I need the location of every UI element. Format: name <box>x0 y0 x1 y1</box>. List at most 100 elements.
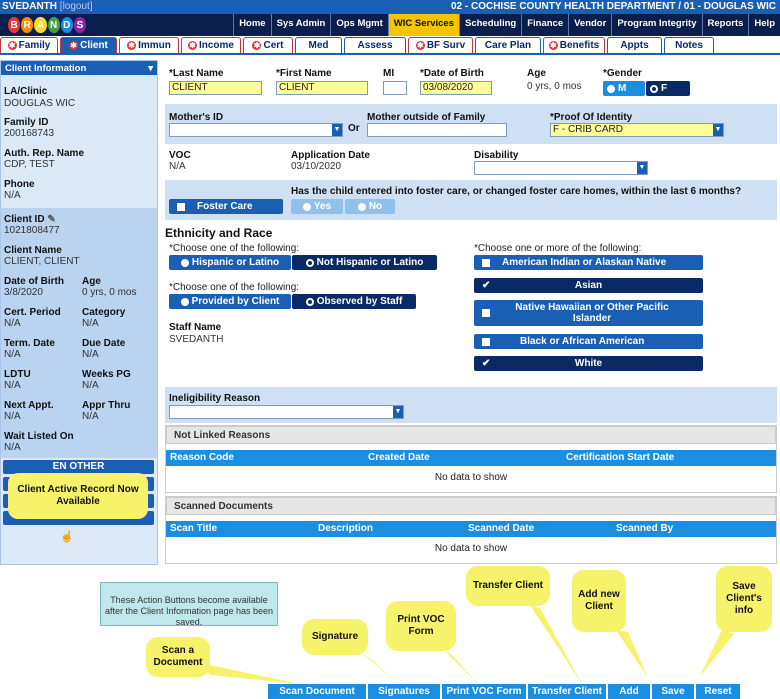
save-button[interactable]: Save <box>652 684 694 699</box>
callout-scan-document: Scan a Document <box>146 637 210 677</box>
tab-assess[interactable]: Assess <box>344 37 406 53</box>
radio-selected-icon <box>305 258 314 267</box>
radio-icon <box>180 258 189 267</box>
nav-help[interactable]: Help <box>748 14 780 36</box>
race-aian-checkbox[interactable]: American Indian or Alaskan Native <box>474 255 703 270</box>
logo-letter: S <box>73 17 87 33</box>
enroll-another-button[interactable]: EN OTHER <box>3 460 154 474</box>
pointer-scan <box>200 663 300 684</box>
nav-vendor[interactable]: Vendor <box>568 14 612 36</box>
col-scanned-by[interactable]: Scanned By <box>616 523 673 534</box>
authrep-value: CDP, TEST <box>4 159 55 170</box>
proof-select[interactable]: F - CRIB CARD ▼ <box>550 123 724 137</box>
not-hispanic-radio[interactable]: Not Hispanic or Latino <box>292 255 437 270</box>
nav-wic-services[interactable]: WIC Services <box>387 14 459 36</box>
clientid-label: Client ID ✎ <box>4 214 56 225</box>
apprthru-label: Appr Thru <box>82 400 131 411</box>
category-value: N/A <box>82 318 99 329</box>
ldtu-label: LDTU <box>4 369 31 380</box>
nav-scheduling[interactable]: Scheduling <box>459 14 522 36</box>
tab-immun[interactable]: ✱ Immun <box>119 37 179 53</box>
dob-field[interactable]: 03/08/2020 <box>420 81 492 95</box>
mi-field[interactable] <box>383 81 407 95</box>
tab-label: Notes <box>675 40 703 51</box>
col-created-date[interactable]: Created Date <box>368 452 430 463</box>
tab-med[interactable]: Med <box>295 37 342 53</box>
tab-benefits[interactable]: ✱ Benefits <box>543 37 605 53</box>
lastname-label: *Last Name <box>169 68 224 79</box>
nav-home[interactable]: Home <box>233 14 271 36</box>
callout-signature: Signature <box>302 619 368 655</box>
transfer-client-button[interactable]: Transfer Client <box>528 684 606 699</box>
sidebar-header[interactable]: Client Information ▾ <box>1 61 157 75</box>
observed-by-staff-radio[interactable]: Observed by Staff <box>292 294 416 309</box>
reset-button[interactable]: Reset <box>696 684 740 699</box>
add-button[interactable]: Add <box>608 684 650 699</box>
nav-reports[interactable]: Reports <box>701 14 749 36</box>
tab-notes[interactable]: Notes <box>664 37 714 53</box>
foster-yes-radio[interactable]: Yes <box>291 199 343 214</box>
tab-label: Family <box>18 40 51 51</box>
tab-appts[interactable]: Appts <box>607 37 662 53</box>
race-asian-checkbox[interactable]: ✔ Asian <box>474 278 703 293</box>
print-voc-form-button[interactable]: Print VOC Form <box>442 684 526 699</box>
mother-outside-field[interactable] <box>367 123 507 137</box>
callout-add-new-client: Add new Client <box>572 570 626 632</box>
tab-care-plan[interactable]: Care Plan <box>475 37 541 53</box>
required-icon: ✱ <box>252 41 262 50</box>
logo-letter: R <box>21 17 34 33</box>
col-reason-code[interactable]: Reason Code <box>170 452 234 463</box>
gender-m-radio[interactable]: M <box>603 81 645 96</box>
nav-sys-admin[interactable]: Sys Admin <box>270 14 331 36</box>
logout-link[interactable]: [logout] <box>60 1 93 12</box>
col-cert-start-date[interactable]: Certification Start Date <box>566 452 674 463</box>
hispanic-radio[interactable]: Hispanic or Latino <box>169 255 291 270</box>
tab-client[interactable]: ✱ Client <box>60 37 117 53</box>
col-scan-title[interactable]: Scan Title <box>170 523 217 534</box>
required-icon: ✱ <box>548 41 558 50</box>
or-label: Or <box>348 123 360 134</box>
race-nhpi-checkbox[interactable]: Native Hawaiian or Other Pacific Islande… <box>474 300 703 326</box>
radio-icon <box>180 297 189 306</box>
foster-care-button[interactable]: Foster Care <box>169 199 283 214</box>
organization-label: 02 - COCHISE COUNTY HEALTH DEPARTMENT / … <box>450 1 776 12</box>
chevron-down-icon: ▼ <box>637 162 647 174</box>
firstname-field[interactable]: CLIENT <box>276 81 368 95</box>
clientid-value: 1021808477 <box>4 225 60 236</box>
age-form-value: 0 yrs, 0 mos <box>527 81 582 92</box>
edit-pencil-icon[interactable]: ✎ <box>47 214 55 225</box>
nav-program-integrity[interactable]: Program Integrity <box>611 14 702 36</box>
not-linked-grid-header: Reason Code Created Date Certification S… <box>166 450 776 466</box>
tab-cert[interactable]: ✱ Cert <box>243 37 293 53</box>
scanned-docs-empty: No data to show <box>434 543 508 554</box>
lastname-field[interactable]: CLIENT <box>169 81 262 95</box>
signatures-button[interactable]: Signatures <box>368 684 440 699</box>
col-description[interactable]: Description <box>318 523 373 534</box>
motherid-select[interactable]: ▼ <box>169 123 343 137</box>
race-black-checkbox[interactable]: Black or African American <box>474 334 703 349</box>
tab-bf-surv[interactable]: ✱ BF Surv <box>408 37 473 53</box>
motherid-label: Mother's ID <box>169 112 224 123</box>
tab-income[interactable]: ✱ Income <box>181 37 241 53</box>
scan-document-button[interactable]: Scan Document <box>268 684 366 699</box>
foster-no-radio[interactable]: No <box>345 199 395 214</box>
radio-icon <box>607 84 615 93</box>
required-icon: ✱ <box>69 41 79 50</box>
waitlist-value: N/A <box>4 442 21 453</box>
foster-question: Has the child entered into foster care, … <box>291 186 742 197</box>
gender-f-radio[interactable]: F <box>646 81 690 96</box>
tab-family[interactable]: ✱ Family <box>0 37 58 53</box>
phone-value: N/A <box>4 190 21 201</box>
category-label: Category <box>82 307 126 318</box>
weekspg-value: N/A <box>82 380 99 391</box>
checkmark-icon: ✔ <box>482 280 491 291</box>
ineligibility-select[interactable]: ▼ <box>169 405 404 419</box>
col-scanned-date[interactable]: Scanned Date <box>468 523 534 534</box>
race-white-checkbox[interactable]: ✔ White <box>474 356 703 371</box>
provided-by-client-radio[interactable]: Provided by Client <box>169 294 291 309</box>
nav-finance[interactable]: Finance <box>521 14 569 36</box>
required-icon: ✱ <box>187 41 197 50</box>
radio-icon <box>357 202 366 211</box>
nav-ops-mgmt[interactable]: Ops Mgmt <box>330 14 388 36</box>
disability-select[interactable]: ▼ <box>474 161 648 175</box>
